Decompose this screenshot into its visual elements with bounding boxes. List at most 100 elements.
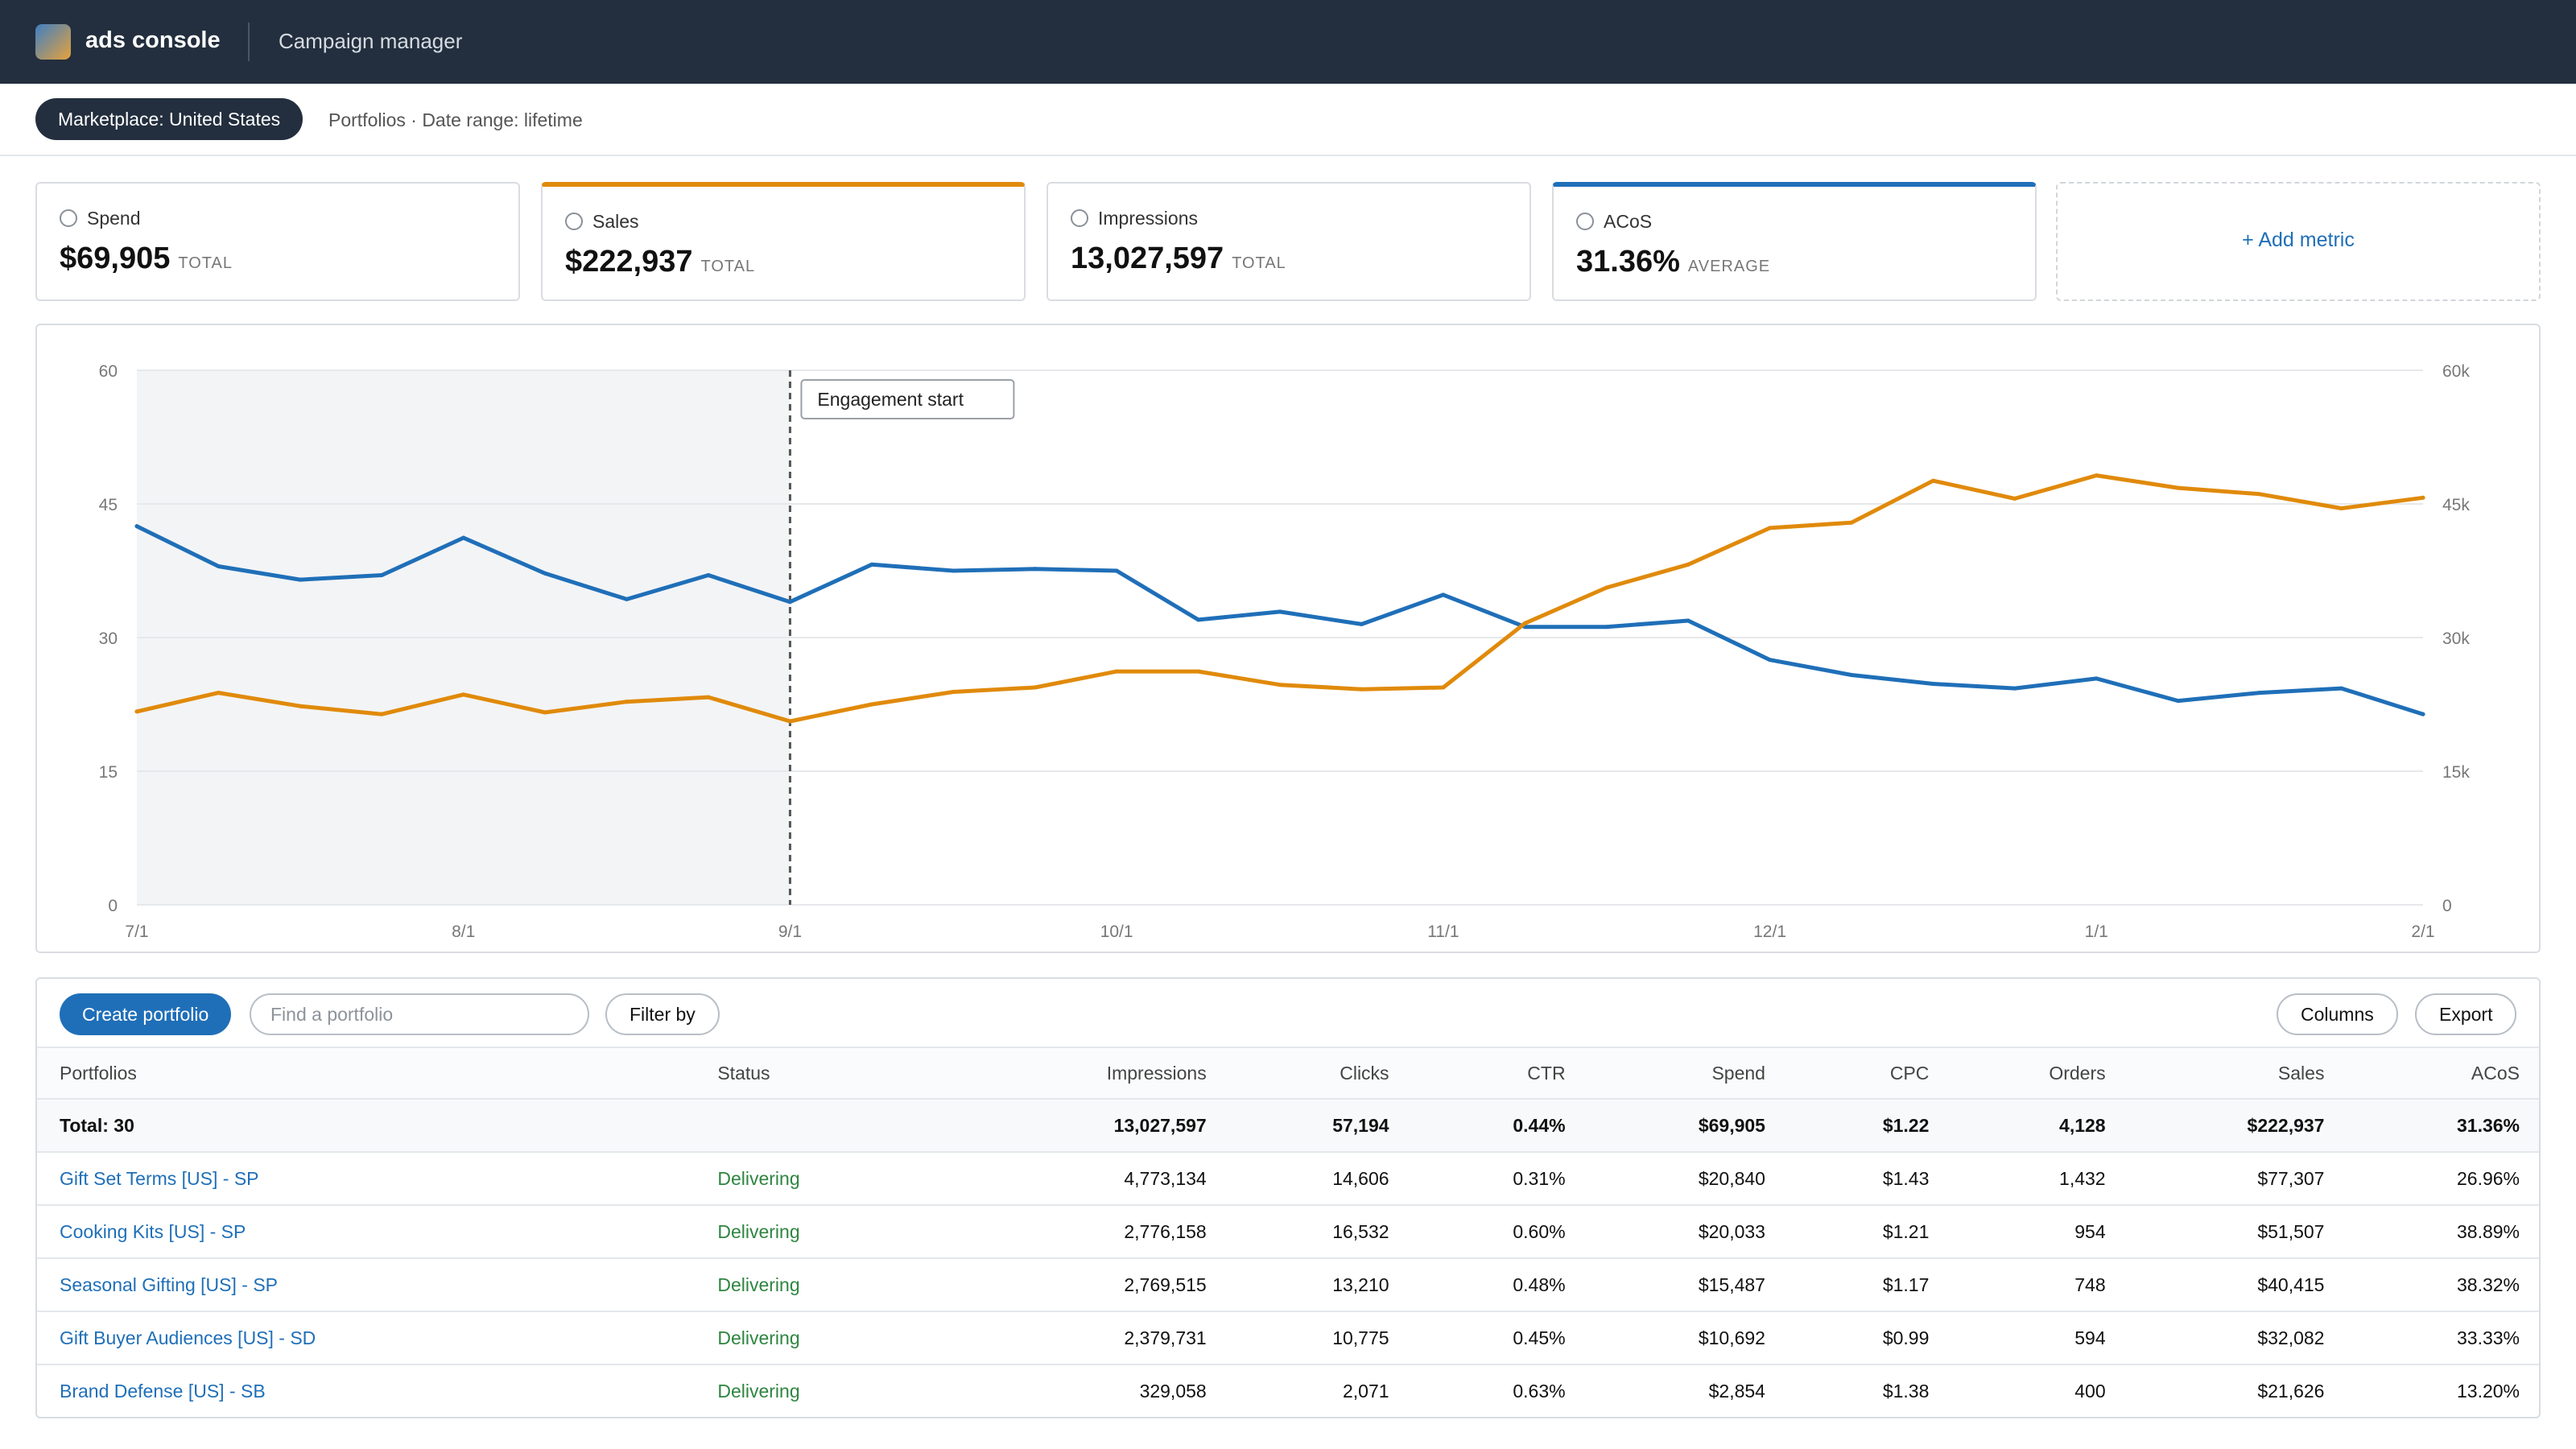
table-header-row: Portfolios Status Impressions Clicks CTR… xyxy=(37,1047,2539,1099)
metric-card-acos[interactable]: ACoS 31.36% AVERAGE xyxy=(1552,182,2037,301)
metric-card-spend[interactable]: Spend $69,905 TOTAL xyxy=(35,182,520,301)
portfolio-link[interactable]: Gift Set Terms [US] - SP xyxy=(37,1152,695,1205)
sales-point xyxy=(1768,526,1773,530)
sales-point xyxy=(543,710,547,715)
acos-point xyxy=(1686,618,1690,623)
add-metric-card[interactable]: + Add metric xyxy=(2056,182,2541,301)
cell-ctr: 0.31% xyxy=(1513,1167,1566,1189)
cell-orders: 400 xyxy=(2074,1380,2106,1402)
portfolio-link[interactable]: Brand Defense [US] - SB xyxy=(37,1364,695,1417)
portfolio-link[interactable]: Gift Buyer Audiences [US] - SD xyxy=(37,1311,695,1364)
column-header[interactable]: Spend xyxy=(1588,1047,1788,1099)
status-text: Delivering xyxy=(717,1327,800,1348)
sales-point xyxy=(1359,687,1364,691)
sales-point xyxy=(1114,669,1119,674)
left-axis-tick-label: 15 xyxy=(99,763,118,782)
acos-point xyxy=(1930,682,1935,687)
left-axis-tick-label: 30 xyxy=(99,630,118,648)
acos-point xyxy=(1849,672,1854,677)
sales-point xyxy=(1522,621,1527,625)
table-row[interactable]: Gift Buyer Audiences [US] - SD Delivering… xyxy=(37,1311,2539,1364)
total-sales: $222,937 xyxy=(2247,1114,2325,1136)
cell-clicks: 16,532 xyxy=(1332,1220,1389,1242)
cell-spend: $20,840 xyxy=(1698,1167,1765,1189)
cell-sales: $51,507 xyxy=(2257,1220,2325,1242)
total-ctr: 0.44% xyxy=(1513,1114,1566,1136)
sales-point xyxy=(2421,495,2425,500)
status-text: Delivering xyxy=(717,1167,800,1189)
app-name[interactable]: ads console xyxy=(85,27,221,54)
create-portfolio-button[interactable]: Create portfolio xyxy=(60,993,232,1035)
metric-label: Sales xyxy=(592,211,639,232)
sales-point xyxy=(216,691,221,696)
app-logo-icon[interactable] xyxy=(35,24,71,60)
column-header[interactable]: ACoS xyxy=(2347,1047,2539,1099)
column-header[interactable]: Status xyxy=(695,1047,885,1099)
column-header[interactable]: Orders xyxy=(1951,1047,2128,1099)
table-row[interactable]: Gift Set Terms [US] - SP Delivering 4,773,… xyxy=(37,1152,2539,1205)
column-header[interactable]: Portfolios xyxy=(37,1047,695,1099)
cell-spend: $15,487 xyxy=(1698,1274,1765,1295)
acos-point xyxy=(543,571,547,576)
acos-point xyxy=(461,535,466,540)
cell-acos: 38.89% xyxy=(2456,1220,2520,1242)
filter-bar: Marketplace: United States Portfolios · … xyxy=(0,84,2576,156)
cell-ctr: 0.63% xyxy=(1513,1380,1566,1402)
radio-icon[interactable] xyxy=(60,209,77,227)
export-button[interactable]: Export xyxy=(2415,993,2517,1035)
engagement-label: Engagement start xyxy=(817,389,964,410)
portfolio-link[interactable]: Seasonal Gifting [US] - SP xyxy=(37,1258,695,1311)
performance-chart: 0 0 15 15k 30 30k 45 45k 60 60k 7/1 8/1 9/1 10/1 11/1 1… xyxy=(35,324,2541,953)
acos-point xyxy=(2013,686,2017,691)
sales-point xyxy=(2339,506,2344,511)
metric-card-impressions[interactable]: Impressions 13,027,597 TOTAL xyxy=(1046,182,1531,301)
acos-point xyxy=(1441,592,1446,597)
cell-spend: $20,033 xyxy=(1698,1220,1765,1242)
sales-point xyxy=(787,719,792,724)
acos-point xyxy=(2176,699,2181,704)
metric-value: $69,905 TOTAL xyxy=(60,242,233,275)
table-row[interactable]: Seasonal Gifting [US] - SP Delivering 2,76… xyxy=(37,1258,2539,1311)
metric-card-sales[interactable]: Sales $222,937 TOTAL xyxy=(541,182,1026,301)
sales-point xyxy=(298,704,303,708)
sales-point xyxy=(2094,473,2099,478)
cell-orders: 594 xyxy=(2074,1327,2106,1348)
cell-impressions: 4,773,134 xyxy=(1124,1167,1207,1189)
cell-spend: $10,692 xyxy=(1698,1327,1765,1348)
table-row[interactable]: Brand Defense [US] - SB Delivering 329,058… xyxy=(37,1364,2539,1417)
table-row[interactable]: Cooking Kits [US] - SP Delivering 2,776,15… xyxy=(37,1205,2539,1258)
acos-point xyxy=(1604,625,1609,630)
sales-point xyxy=(379,712,384,716)
cell-ctr: 0.45% xyxy=(1513,1327,1566,1348)
acos-point xyxy=(951,568,956,573)
cell-impressions: 2,769,515 xyxy=(1124,1274,1207,1295)
search-input[interactable] xyxy=(250,993,589,1035)
column-header[interactable]: CTR xyxy=(1412,1047,1588,1099)
radio-icon[interactable] xyxy=(565,213,583,230)
columns-button[interactable]: Columns xyxy=(2277,993,2398,1035)
column-header[interactable]: Sales xyxy=(2128,1047,2347,1099)
x-axis-tick-label: 10/1 xyxy=(1100,923,1133,941)
column-header[interactable]: CPC xyxy=(1788,1047,1951,1099)
portfolio-link[interactable]: Cooking Kits [US] - SP xyxy=(37,1205,695,1258)
left-axis-tick-label: 45 xyxy=(99,496,118,514)
add-metric-button[interactable]: + Add metric xyxy=(2058,229,2539,252)
filter-button[interactable]: Filter by xyxy=(605,993,720,1035)
sales-point xyxy=(625,700,630,704)
radio-icon[interactable] xyxy=(1576,213,1594,230)
total-label: Total: 30 xyxy=(60,1114,134,1136)
acos-point xyxy=(134,524,139,529)
radio-icon[interactable] xyxy=(1071,209,1088,227)
metric-suffix: TOTAL xyxy=(1232,254,1286,272)
marketplace-selector[interactable]: Marketplace: United States xyxy=(35,98,303,140)
cell-spend: $2,854 xyxy=(1708,1380,1765,1402)
acos-point xyxy=(1768,658,1773,663)
total-clicks: 57,194 xyxy=(1332,1114,1389,1136)
column-header[interactable]: Impressions xyxy=(885,1047,1228,1099)
cell-sales: $32,082 xyxy=(2257,1327,2325,1348)
right-axis-tick-label: 15k xyxy=(2442,763,2470,782)
total-spend: $69,905 xyxy=(1698,1114,1765,1136)
x-axis-tick-label: 1/1 xyxy=(2085,923,2108,941)
column-header[interactable]: Clicks xyxy=(1229,1047,1412,1099)
cell-sales: $40,415 xyxy=(2257,1274,2325,1295)
